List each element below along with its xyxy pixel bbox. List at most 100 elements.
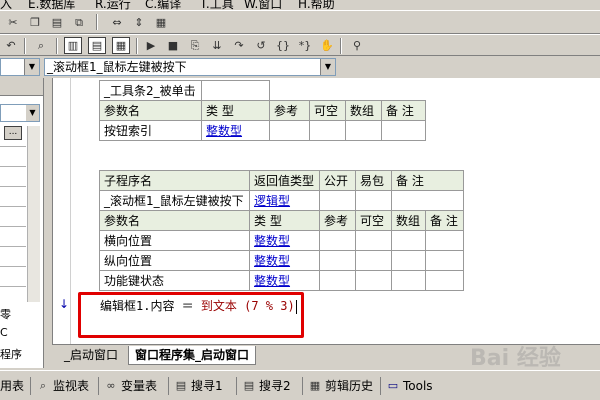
table-header-row: 参数名 类 型 参考 可空 数组 备 注: [99, 100, 426, 121]
subroutine-name[interactable]: _工具条2_被单击: [99, 80, 202, 101]
menu-item-run[interactable]: R.运行: [95, 0, 131, 10]
table-cell[interactable]: [390, 250, 427, 271]
property-row[interactable]: [0, 146, 26, 147]
stop-icon[interactable]: ■: [164, 37, 182, 54]
table-cell: [201, 80, 270, 101]
table-cell[interactable]: [269, 120, 310, 141]
tab-search-2[interactable]: ▤ 搜寻2: [242, 376, 291, 396]
brace-icon[interactable]: {}: [274, 37, 292, 54]
subroutine-combo-value: _滚动框1_鼠标左键被按下: [47, 60, 187, 74]
property-label: 零: [0, 308, 11, 321]
undo-icon[interactable]: ↶: [2, 37, 20, 54]
table-cell[interactable]: [355, 270, 392, 291]
tab-window-assembly[interactable]: 窗口程序集_启动窗口: [128, 346, 257, 365]
property-row[interactable]: [0, 246, 26, 247]
menu-item-compile[interactable]: C.编译: [145, 0, 181, 10]
tab-variables[interactable]: ∞ 变量表: [104, 376, 157, 396]
window-icon[interactable]: ▤: [88, 37, 106, 54]
object-combo[interactable]: ▼: [0, 58, 40, 76]
param-name[interactable]: 按钮索引: [99, 120, 202, 141]
property-row[interactable]: [0, 186, 26, 187]
tab-startup-window[interactable]: _启动窗口: [58, 346, 124, 365]
table-cell[interactable]: [319, 250, 356, 271]
table-cell[interactable]: [355, 250, 392, 271]
property-row[interactable]: [0, 166, 26, 167]
property-row[interactable]: [0, 286, 26, 287]
subroutine-name[interactable]: _滚动框1_鼠标左键被按下: [99, 190, 250, 211]
menu-item-input[interactable]: 入: [0, 0, 12, 10]
layout-icon[interactable]: ▥: [64, 37, 82, 54]
return-type[interactable]: 逻辑型: [249, 190, 320, 211]
step-out-icon[interactable]: ↺: [252, 37, 270, 54]
menu-item-database[interactable]: E.数据库: [28, 0, 75, 10]
param-name[interactable]: 功能键状态: [99, 270, 250, 291]
align-vertical-icon[interactable]: ⇕: [130, 14, 148, 31]
table-cell[interactable]: [425, 250, 464, 271]
brace-run-icon[interactable]: *}: [296, 37, 314, 54]
table-cell[interactable]: [319, 230, 356, 251]
property-combo[interactable]: ▼: [0, 104, 40, 122]
chevron-down-icon[interactable]: ▼: [320, 59, 335, 75]
table-cell[interactable]: [309, 120, 346, 141]
step-icon[interactable]: ⎘: [186, 37, 204, 54]
tab-table[interactable]: 用表: [0, 376, 24, 396]
copy-icon[interactable]: ❐: [26, 14, 44, 31]
table-cell[interactable]: [319, 270, 356, 291]
param-name[interactable]: 纵向位置: [99, 250, 250, 271]
table-cell[interactable]: [391, 190, 464, 211]
toolbar-separator: [56, 38, 58, 54]
undo-icon[interactable]: ⧉: [70, 14, 88, 31]
step-over-icon[interactable]: ↷: [230, 37, 248, 54]
property-label: 程序: [0, 348, 22, 361]
param-type[interactable]: 整数型: [249, 270, 320, 291]
table-cell[interactable]: [390, 270, 427, 291]
table-header-row: 参数名 类 型 参考 可空 数组 备 注: [99, 210, 464, 231]
find-icon[interactable]: ⌕: [32, 37, 50, 54]
column-header: 子程序名: [99, 170, 250, 191]
table-cell[interactable]: [390, 230, 427, 251]
ellipsis-button[interactable]: ...: [4, 126, 22, 140]
tab-watch[interactable]: ⌕ 监视表: [36, 376, 89, 396]
cut-icon[interactable]: ✂: [4, 14, 22, 31]
chevron-down-icon[interactable]: ▼: [26, 105, 39, 121]
property-row[interactable]: [0, 266, 26, 267]
property-scrollbar[interactable]: [27, 126, 40, 302]
align-icon[interactable]: ⇔: [108, 14, 126, 31]
run-icon[interactable]: ▶: [142, 37, 160, 54]
property-row[interactable]: [0, 206, 26, 207]
code-editor[interactable]: _工具条2_被单击 参数名 类 型 参考 可空 数组 备 注 按钮索引 整数型 …: [52, 78, 600, 344]
paste-icon[interactable]: ▤: [48, 14, 66, 31]
menu-item-help[interactable]: H.帮助: [298, 0, 335, 10]
param-type[interactable]: 整数型: [249, 250, 320, 271]
column-header: 可空: [309, 100, 346, 121]
menu-item-window[interactable]: W.窗口: [244, 0, 282, 10]
table-cell[interactable]: [319, 190, 356, 211]
binoculars-icon[interactable]: ⚲: [348, 37, 366, 54]
column-header: 公开: [319, 170, 356, 191]
code-line[interactable]: 编辑框1.内容 ＝ 到文本 (7 % 3): [100, 297, 297, 314]
table-cell[interactable]: [425, 230, 464, 251]
table-cell[interactable]: [355, 230, 392, 251]
param-type[interactable]: 整数型: [201, 120, 270, 141]
tab-search-1[interactable]: ▤ 搜寻1: [174, 376, 223, 396]
param-type[interactable]: 整数型: [249, 230, 320, 251]
tab-tools[interactable]: ▭ Tools: [386, 376, 433, 396]
menu-item-tools[interactable]: T.工具: [200, 0, 234, 10]
table-cell[interactable]: [345, 120, 382, 141]
tab-clip-history[interactable]: ▦ 剪辑历史: [308, 376, 373, 396]
table-row: 按钮索引 整数型: [99, 120, 426, 141]
table-icon[interactable]: ▦: [112, 37, 130, 54]
chevron-down-icon[interactable]: ▼: [24, 59, 39, 75]
param-name[interactable]: 横向位置: [99, 230, 250, 251]
property-row[interactable]: [0, 226, 26, 227]
table-cell[interactable]: [381, 120, 426, 141]
hand-icon[interactable]: ✋: [318, 37, 336, 54]
grid-icon[interactable]: ▦: [152, 14, 170, 31]
subroutine-combo[interactable]: _滚动框1_鼠标左键被按下 ▼: [44, 58, 336, 76]
table-cell[interactable]: [425, 270, 464, 291]
step-into-icon[interactable]: ⇊: [208, 37, 226, 54]
toolbar-bottom: ↶ ⌕ ▥ ▤ ▦ ▶ ■ ⎘ ⇊ ↷ ↺ {} *} ✋ ⚲: [0, 34, 600, 56]
table-cell[interactable]: [355, 190, 392, 211]
combo-row: ▼ _滚动框1_鼠标左键被按下 ▼: [0, 56, 600, 78]
table-row: 功能键状态 整数型: [99, 270, 464, 291]
